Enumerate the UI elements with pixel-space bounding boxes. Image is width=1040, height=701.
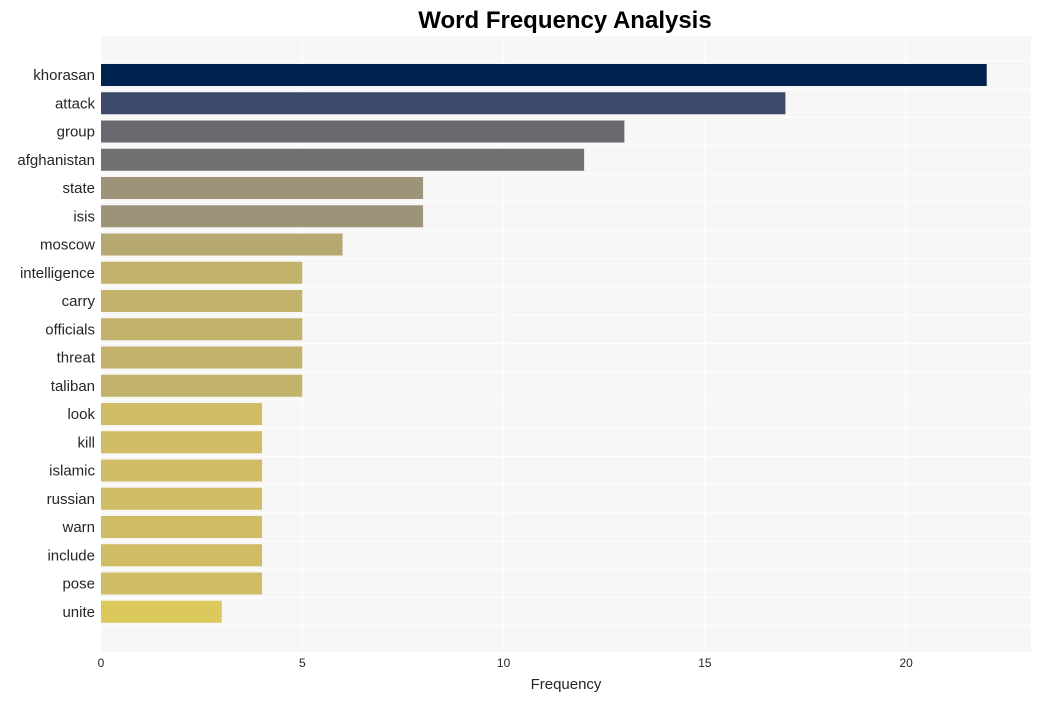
x-axis-ticks: 0 5 10 15 20 [98, 656, 914, 670]
y-tick-label: moscow [40, 237, 95, 254]
bar-intelligence [101, 261, 303, 284]
bar-warn [101, 516, 263, 538]
bar-isis [101, 205, 424, 228]
bar-include [101, 544, 263, 567]
y-tick-label: officials [45, 321, 95, 338]
bar-khorasan [101, 64, 987, 86]
bar-carry [101, 290, 303, 312]
y-tick-label: warn [61, 519, 95, 536]
bar-moscow [101, 233, 343, 256]
x-axis-label: Frequency [531, 676, 602, 693]
x-tick-label: 15 [698, 656, 712, 670]
y-axis-labels: khorasan attack group afghanistan state isis m… [17, 67, 95, 621]
y-tick-label: state [62, 180, 95, 197]
bar-unite [101, 600, 222, 623]
chart-title: Word Frequency Analysis [418, 7, 711, 34]
y-tick-label: isis [73, 208, 95, 225]
bar-attack [101, 92, 786, 115]
x-tick-label: 10 [497, 656, 511, 670]
y-tick-label: look [67, 406, 95, 423]
bar-officials [101, 318, 303, 341]
bar-kill [101, 431, 263, 454]
y-tick-label: pose [62, 576, 95, 593]
y-tick-label: include [47, 547, 95, 564]
bar-group [101, 120, 625, 143]
bar-pose [101, 572, 263, 595]
bar-afghanistan [101, 148, 585, 171]
y-tick-label: attack [55, 95, 96, 112]
bar-threat [101, 346, 303, 369]
x-tick-label: 0 [98, 656, 105, 670]
y-tick-label: islamic [49, 463, 95, 480]
y-tick-label: unite [62, 604, 95, 621]
y-tick-label: afghanistan [17, 152, 95, 169]
bar-russian [101, 487, 263, 510]
x-tick-label: 20 [900, 656, 914, 670]
bar-taliban [101, 374, 303, 397]
bar-chart: Word Frequency Analysis khorasan attack gr… [17, 7, 1031, 693]
y-tick-label: khorasan [33, 67, 95, 84]
y-tick-label: carry [62, 293, 96, 310]
y-tick-label: taliban [51, 378, 95, 395]
bar-look [101, 403, 263, 425]
y-tick-label: group [57, 124, 95, 141]
bar-state [101, 177, 424, 199]
y-tick-label: intelligence [20, 265, 95, 282]
y-tick-label: russian [47, 491, 95, 508]
x-tick-label: 5 [299, 656, 306, 670]
y-tick-label: kill [78, 434, 96, 451]
y-tick-label: threat [57, 350, 96, 367]
bar-islamic [101, 459, 263, 482]
